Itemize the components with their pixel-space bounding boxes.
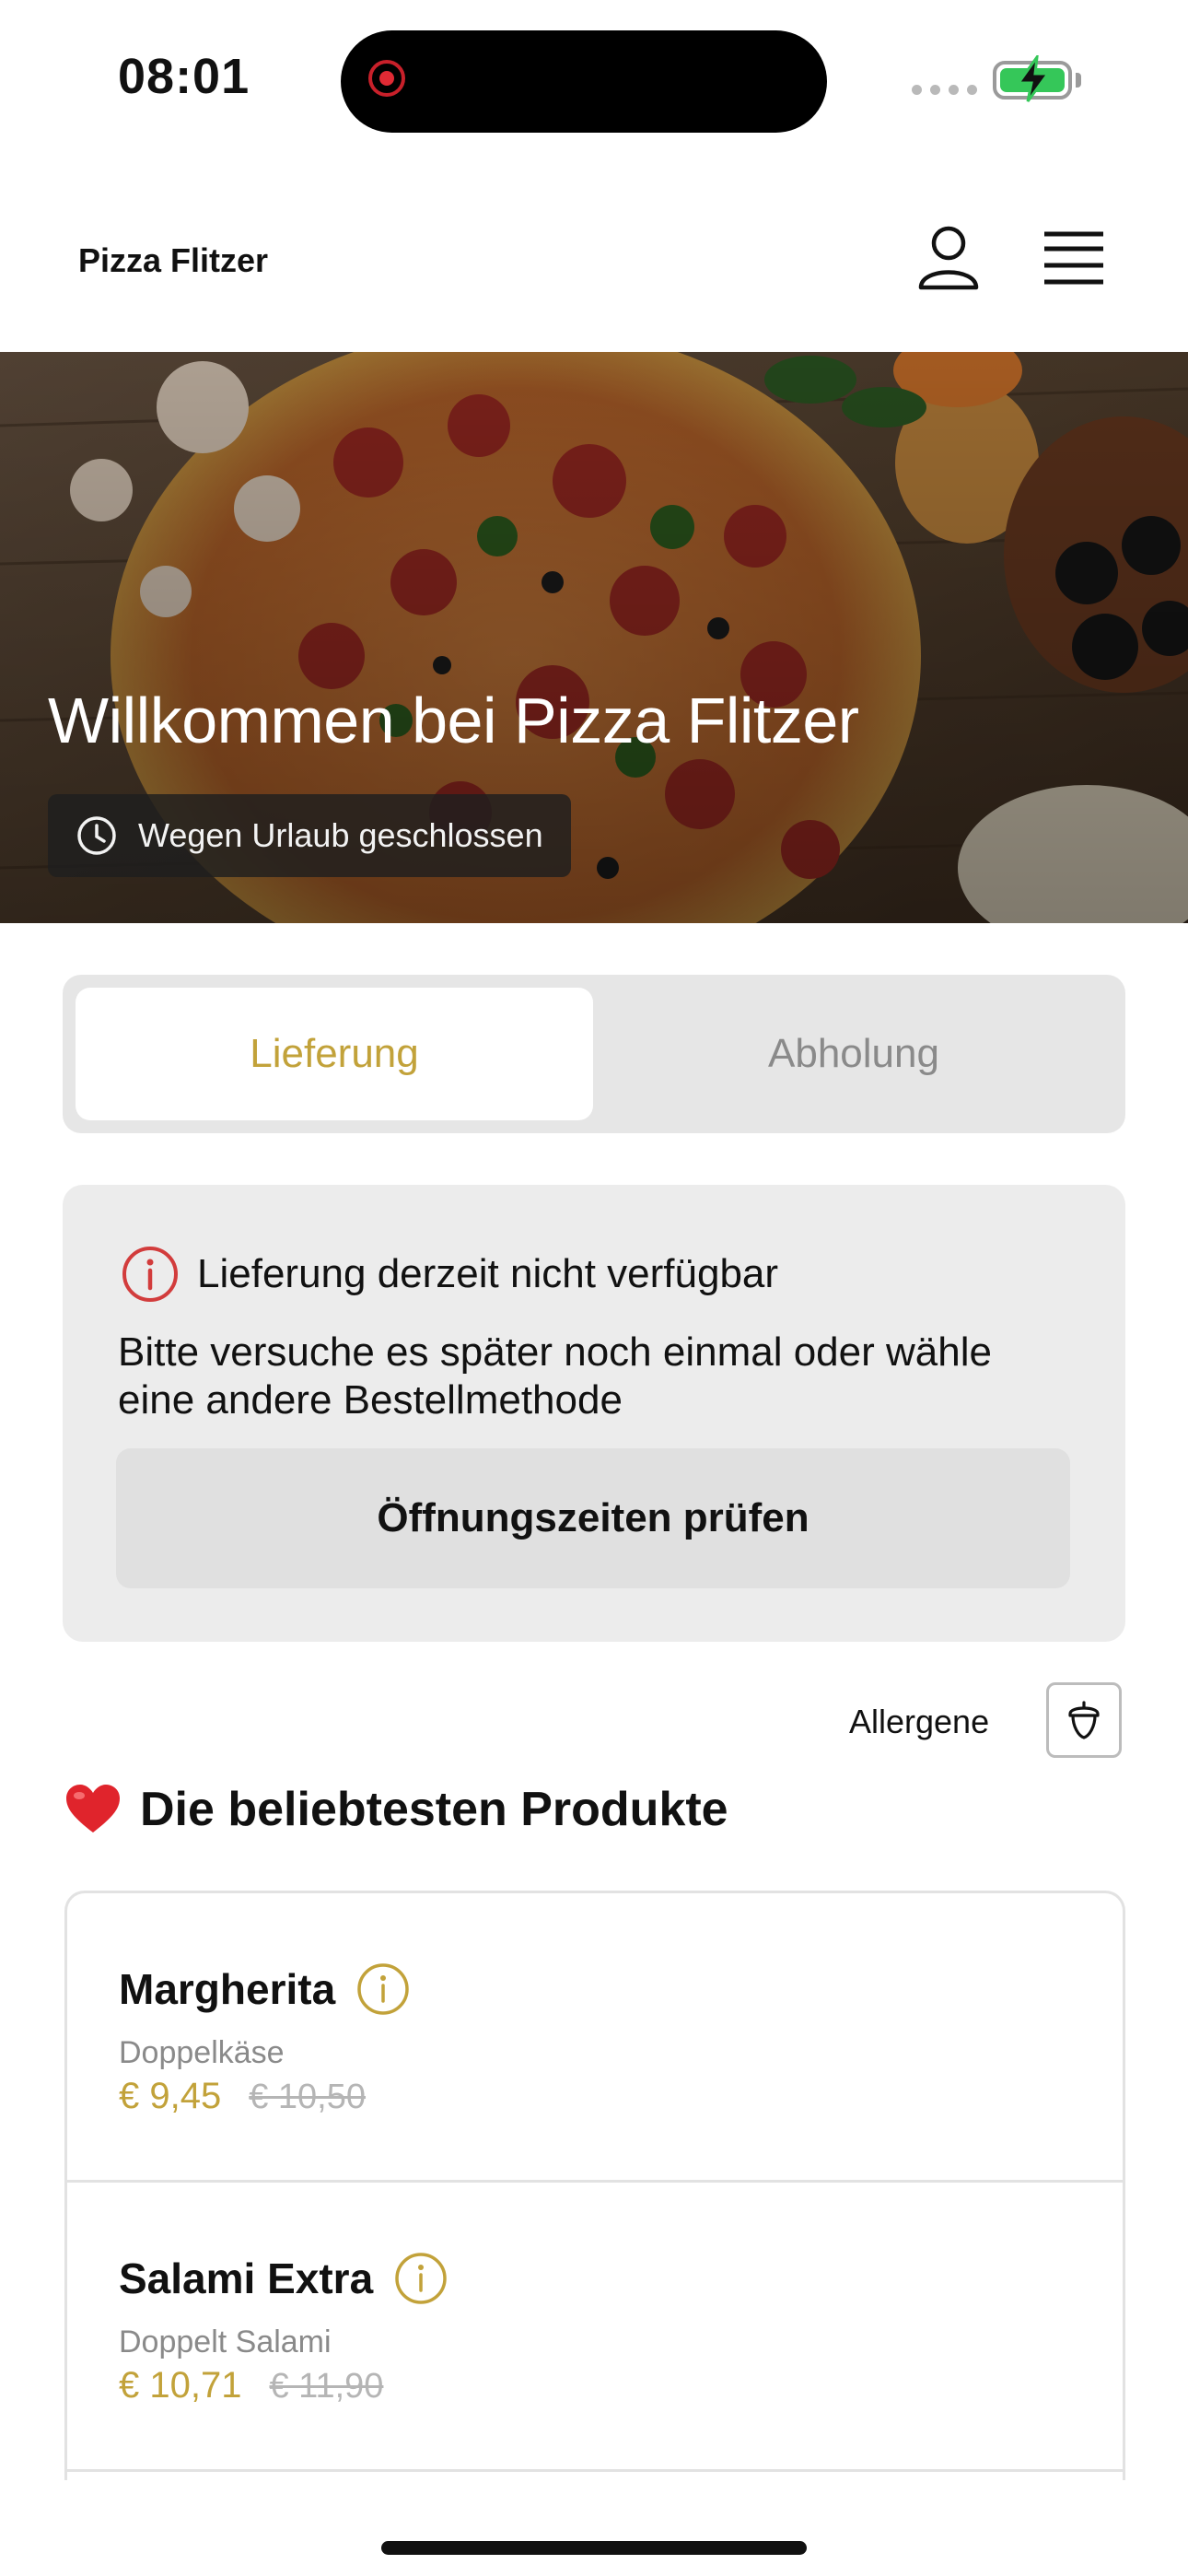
- clock-icon: [77, 816, 116, 855]
- allergen-filter-button[interactable]: [1046, 1682, 1122, 1758]
- brand-title[interactable]: Pizza Flitzer: [78, 241, 268, 280]
- notice-title: Lieferung derzeit nicht verfügbar: [197, 1251, 779, 1296]
- screen-recording-icon: [368, 60, 405, 97]
- product-price: € 9,45: [119, 2076, 222, 2116]
- app-header: Pizza Flitzer: [0, 184, 1188, 352]
- charging-bolt-icon: [1016, 55, 1051, 102]
- product-item[interactable]: Salami Extra Doppelt Salami € 10,71 € 11…: [67, 2183, 1123, 2472]
- hero-title: Willkommen bei Pizza Flitzer: [48, 685, 859, 756]
- product-item[interactable]: Margherita Doppelkäse € 9,45 € 10,50: [67, 1893, 1123, 2183]
- info-icon[interactable]: [393, 2251, 448, 2306]
- home-indicator[interactable]: [381, 2541, 807, 2555]
- product-name-row: Margherita: [119, 1961, 411, 2017]
- product-price: € 10,71: [119, 2365, 242, 2406]
- product-description: Doppelkäse: [119, 2035, 285, 2070]
- price-row: € 10,71 € 11,90: [119, 2365, 383, 2406]
- notice-header: Lieferung derzeit nicht verfügbar: [120, 1244, 778, 1305]
- product-name: Margherita: [119, 1965, 336, 2013]
- tab-delivery[interactable]: Lieferung: [76, 988, 593, 1120]
- product-old-price: € 11,90: [269, 2367, 384, 2406]
- product-list: Margherita Doppelkäse € 9,45 € 10,50 Sal…: [64, 1891, 1125, 2480]
- allergen-label: Allergene: [849, 1703, 990, 1740]
- notice-body: Bitte versuche es später noch einmal ode…: [118, 1329, 992, 1423]
- product-name: Salami Extra: [119, 2254, 374, 2302]
- delivery-unavailable-notice: Lieferung derzeit nicht verfügbar Bitte …: [63, 1185, 1125, 1642]
- battery-cap: [1076, 73, 1081, 88]
- popular-products-header: Die beliebtesten Produkte: [64, 1782, 728, 1837]
- store-status-text: Wegen Urlaub geschlossen: [138, 816, 543, 854]
- tab-pickup[interactable]: Abholung: [595, 988, 1112, 1120]
- heart-icon: [66, 1785, 120, 1832]
- product-old-price: € 10,50: [249, 2078, 367, 2116]
- status-bar: 08:01: [0, 0, 1188, 157]
- order-mode-toggle: Lieferung Abholung: [63, 975, 1125, 1133]
- hamburger-menu-icon[interactable]: [1039, 228, 1109, 287]
- info-icon[interactable]: [355, 1961, 411, 2017]
- check-opening-hours-button[interactable]: Öffnungszeiten prüfen: [116, 1448, 1070, 1588]
- status-time: 08:01: [118, 49, 250, 104]
- hero-banner: Willkommen bei Pizza Flitzer Wegen Urlau…: [0, 352, 1188, 923]
- store-status-badge: Wegen Urlaub geschlossen: [48, 794, 571, 877]
- price-row: € 9,45 € 10,50: [119, 2076, 366, 2117]
- user-icon[interactable]: [912, 221, 985, 295]
- dynamic-island: [341, 30, 827, 133]
- product-description: Doppelt Salami: [119, 2324, 332, 2359]
- popular-products-title: Die beliebtesten Produkte: [140, 1783, 728, 1836]
- product-name-row: Salami Extra: [119, 2251, 448, 2306]
- acorn-icon: [1068, 1701, 1100, 1739]
- cellular-signal-icon: [912, 85, 977, 95]
- alert-info-icon: [122, 1247, 178, 1302]
